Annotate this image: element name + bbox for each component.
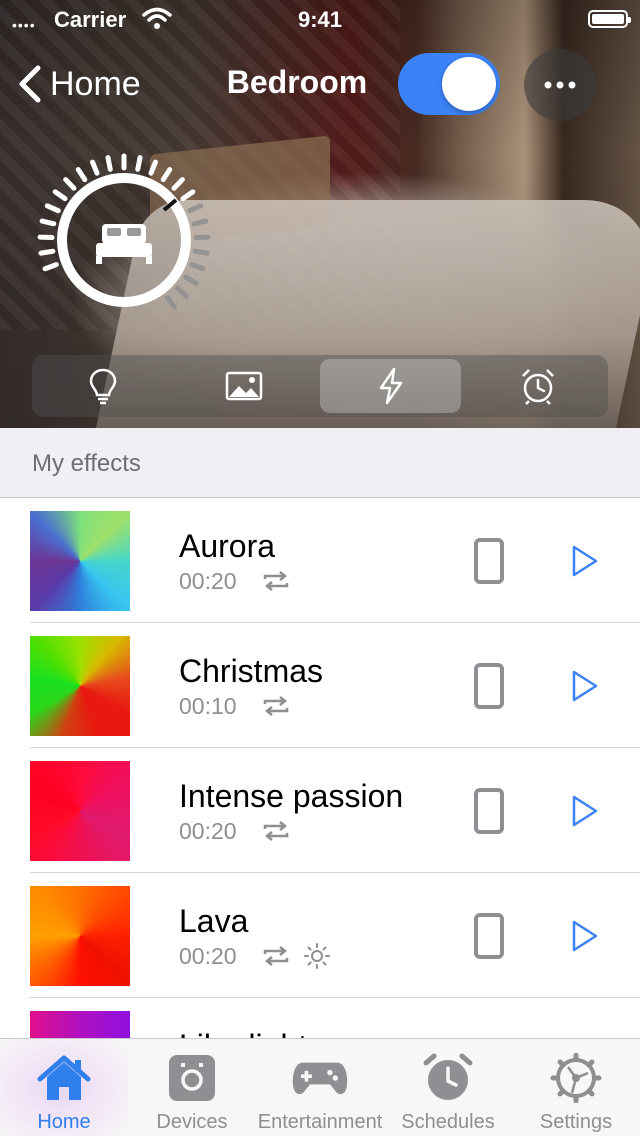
dial-tick	[180, 189, 196, 202]
tab-label: Entertainment	[257, 1111, 383, 1133]
dial-tick	[105, 155, 113, 172]
battery-icon	[588, 10, 631, 28]
phone-icon	[474, 913, 504, 959]
tab-label: Devices	[156, 1111, 228, 1133]
effects-list: Aurora 00:20 Christmas 00:10 Intense pas	[0, 498, 640, 1038]
effect-duration: 00:20	[179, 568, 237, 594]
effect-thumbnail	[30, 886, 130, 986]
effect-duration: 00:20	[179, 818, 237, 844]
home-icon	[37, 1055, 91, 1100]
dial-tick	[175, 285, 189, 299]
tab-settings[interactable]: Settings	[512, 1039, 640, 1136]
room-power-toggle[interactable]	[398, 53, 500, 115]
effect-thumbnail	[30, 636, 130, 736]
tab-home[interactable]: Home	[0, 1039, 128, 1136]
section-header: My effects	[0, 428, 640, 498]
loop-icon	[263, 946, 289, 966]
section-title: My effects	[32, 450, 141, 477]
clock-icon	[423, 1053, 473, 1100]
phone-icon	[474, 663, 504, 709]
dial-tick	[135, 155, 143, 172]
list-item[interactable]: Lila dight	[30, 998, 640, 1038]
dial-tick	[160, 167, 173, 183]
play-button[interactable]	[570, 669, 600, 703]
tab-scenes[interactable]	[173, 355, 314, 417]
loop-icon	[263, 571, 289, 591]
effect-name: Christmas	[179, 653, 324, 689]
tab-effects[interactable]	[320, 359, 461, 413]
status-time: 9:41	[297, 7, 343, 32]
effect-name: Intense passion	[179, 778, 404, 814]
tab-entertainment[interactable]: Entertainment	[256, 1039, 384, 1136]
brightness-dial[interactable]	[24, 148, 224, 348]
tab-devices[interactable]: Devices	[128, 1039, 256, 1136]
tab-alarms[interactable]	[467, 355, 608, 417]
effect-thumbnail	[30, 1011, 130, 1038]
dial-tick	[191, 218, 209, 227]
play-button[interactable]	[570, 794, 600, 828]
dial-tick	[183, 274, 199, 286]
alarm-icon	[521, 369, 554, 405]
list-item[interactable]: Lava 00:20	[30, 873, 640, 998]
effect-thumbnail	[30, 761, 130, 861]
tab-label: Schedules	[401, 1111, 495, 1133]
dial-tick	[38, 248, 56, 256]
devices-icon	[169, 1055, 215, 1101]
dial-tick	[187, 203, 204, 214]
effect-duration: 00:20	[179, 943, 237, 969]
tab-bar: Home Devices Entertainment Schedules Set…	[0, 1038, 640, 1136]
phone-icon	[474, 538, 504, 584]
toggle-knob	[442, 57, 496, 111]
sun-icon	[304, 943, 330, 969]
more-icon	[544, 81, 576, 89]
dial-tick	[75, 167, 88, 183]
dial-tick	[39, 218, 57, 227]
picture-icon	[225, 371, 262, 401]
dial-tick	[164, 295, 178, 310]
gear-icon	[550, 1053, 602, 1103]
bulb-icon	[89, 368, 116, 405]
tab-schedules[interactable]: Schedules	[384, 1039, 512, 1136]
effect-name: Lila dight	[179, 1028, 307, 1038]
tab-lights[interactable]	[32, 355, 173, 417]
more-button[interactable]	[524, 49, 596, 121]
effect-name: Aurora	[179, 528, 276, 564]
dial-tick	[189, 262, 206, 272]
gamepad-icon	[292, 1062, 348, 1095]
phone-icon	[474, 788, 504, 834]
dial-tick	[44, 203, 61, 214]
play-button[interactable]	[570, 544, 600, 578]
list-item[interactable]: Aurora 00:20	[30, 498, 640, 623]
dial-tick	[42, 262, 59, 272]
tab-label: Home	[37, 1111, 91, 1133]
bolt-icon	[379, 367, 402, 405]
play-button[interactable]	[570, 919, 600, 953]
dial-tick	[148, 159, 158, 176]
tab-label: Settings	[539, 1111, 613, 1133]
dial-tick	[171, 177, 185, 191]
page-title: Bedroom	[226, 64, 368, 100]
dial-tick	[192, 248, 210, 256]
dial-tick	[63, 177, 77, 191]
list-item[interactable]: Christmas 00:10	[30, 623, 640, 748]
dial-tick	[52, 189, 68, 202]
loop-icon	[263, 696, 289, 716]
mode-tabs	[32, 355, 608, 417]
effect-name: Lava	[179, 903, 249, 939]
effect-thumbnail	[30, 511, 130, 611]
list-item[interactable]: Intense passion 00:20	[30, 748, 640, 873]
loop-icon	[263, 821, 289, 841]
effect-duration: 00:10	[179, 693, 237, 719]
dial-tick	[90, 159, 100, 176]
status-bar: •••• Carrier 9:41	[0, 0, 640, 40]
